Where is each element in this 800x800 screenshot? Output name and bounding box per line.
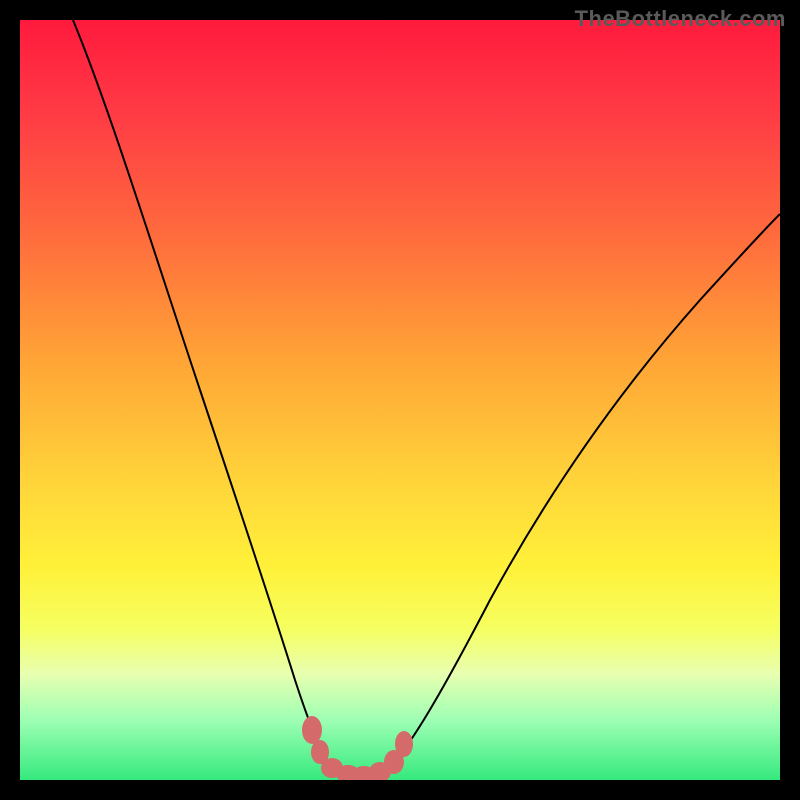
gradient-background bbox=[20, 20, 780, 780]
chart-frame: TheBottleneck.com bbox=[0, 0, 800, 800]
watermark-text: TheBottleneck.com bbox=[575, 6, 786, 32]
